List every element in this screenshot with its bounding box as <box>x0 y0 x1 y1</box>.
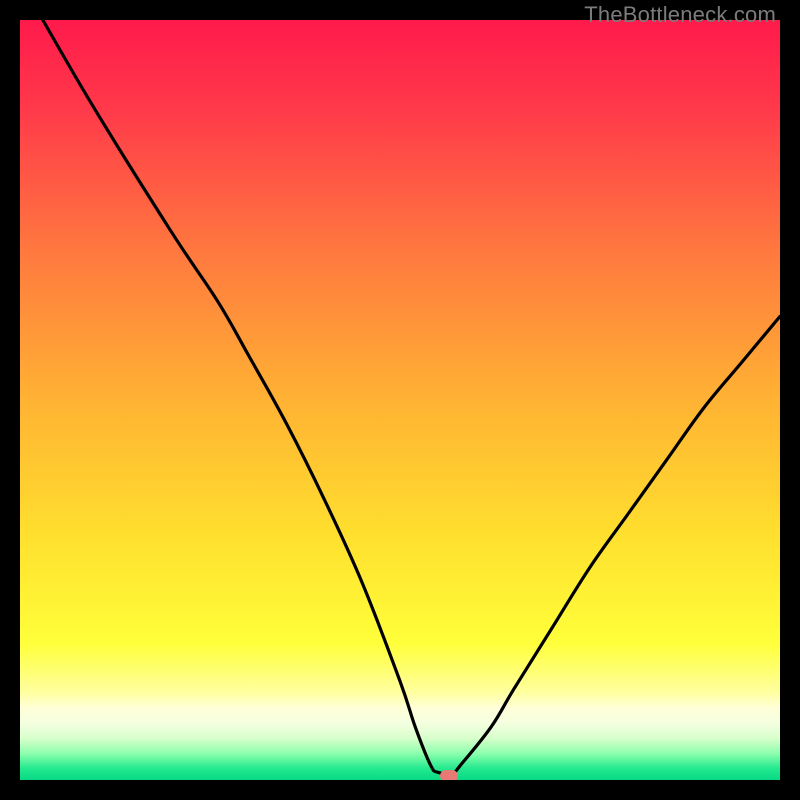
plot-area <box>20 20 780 780</box>
chart-frame: TheBottleneck.com <box>0 0 800 800</box>
bottleneck-curve <box>20 20 780 780</box>
optimum-marker <box>440 770 458 780</box>
watermark-text: TheBottleneck.com <box>584 2 776 28</box>
